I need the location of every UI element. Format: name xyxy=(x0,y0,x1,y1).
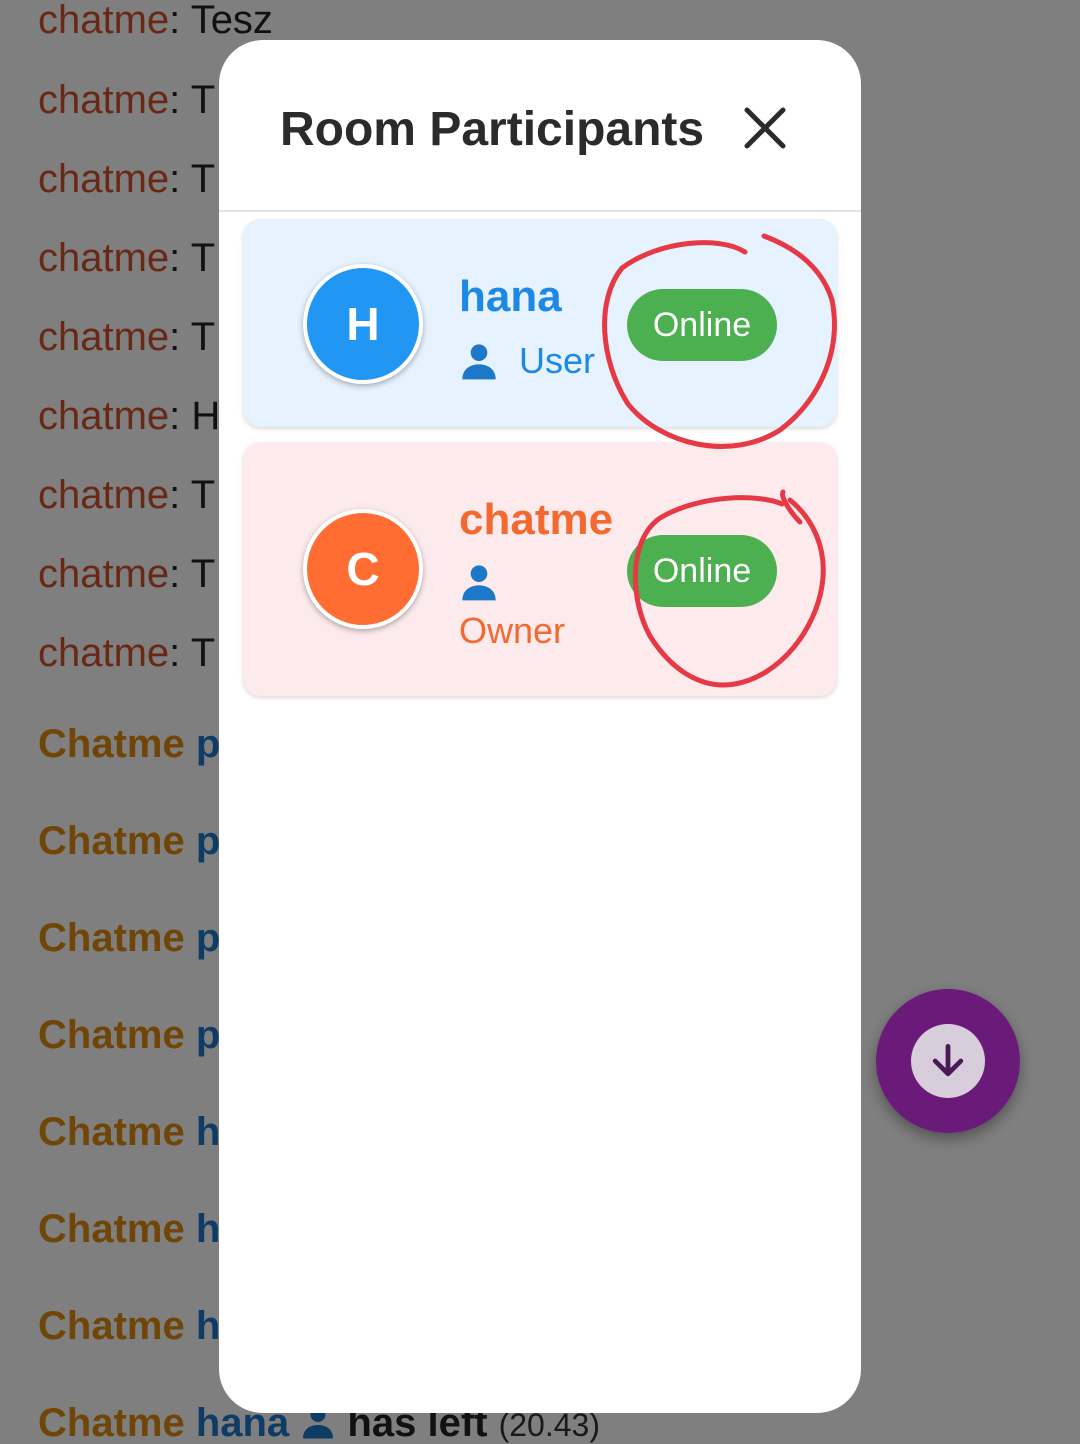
scroll-down-button[interactable] xyxy=(876,989,1020,1133)
participant-name: hana xyxy=(459,272,562,321)
status-badge: Online xyxy=(627,289,777,361)
participant-card-chatme[interactable]: C chatme Owner Online xyxy=(243,442,837,696)
participant-role: User xyxy=(519,340,596,381)
person-icon xyxy=(459,341,499,381)
status-badge: Online xyxy=(627,535,777,607)
close-button[interactable] xyxy=(739,102,791,154)
modal-title: Room Participants xyxy=(280,103,705,156)
avatar: C xyxy=(303,509,423,629)
arrow-down-icon xyxy=(932,1043,964,1077)
scroll-down-circle xyxy=(911,1024,985,1098)
close-icon xyxy=(744,107,786,149)
modal-header: Room Participants xyxy=(219,40,861,210)
person-icon xyxy=(459,562,499,602)
participant-card-hana[interactable]: H hana User Online xyxy=(243,219,837,427)
participant-name: chatme xyxy=(459,495,614,544)
avatar: H xyxy=(303,264,423,384)
participants-modal: Room Participants H hana User Online C c… xyxy=(219,40,861,1413)
participant-role: Owner xyxy=(459,610,566,651)
header-divider xyxy=(219,210,861,212)
